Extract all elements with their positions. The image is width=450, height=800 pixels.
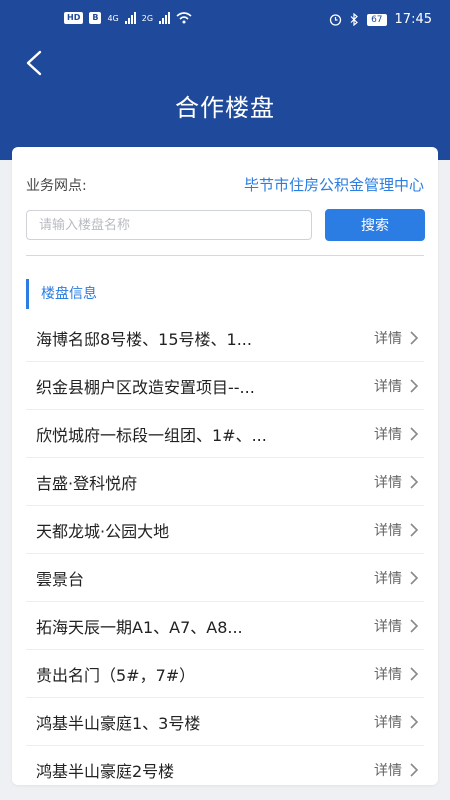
section-title: 楼盘信息 (26, 279, 97, 309)
property-name: 海博名邸8号楼、15号楼、1... (36, 329, 252, 349)
wifi-icon (176, 12, 192, 24)
status-left: HD B 4G 2G (64, 12, 192, 24)
chevron-right-icon (410, 570, 419, 585)
chevron-right-icon (410, 426, 419, 441)
status-time: 17:45 (394, 12, 432, 27)
detail-link[interactable]: 详情 (374, 424, 402, 444)
property-list: 海博名邸8号楼、15号楼、1... 详情 织金县棚户区改造安置项目--... 详情 … (26, 314, 424, 793)
divider (26, 255, 424, 256)
signal-icon-2 (159, 12, 171, 24)
detail-link[interactable]: 详情 (374, 664, 402, 684)
property-row[interactable]: 鸿基半山豪庭2号楼 详情 (26, 746, 424, 793)
property-row[interactable]: 鸿基半山豪庭1、3号楼 详情 (26, 698, 424, 746)
detail-link[interactable]: 详情 (374, 520, 402, 540)
network-2-label: 2G (141, 13, 154, 23)
property-row[interactable]: 雲景台 详情 (26, 554, 424, 602)
property-name: 鸿基半山豪庭1、3号楼 (36, 713, 201, 733)
network-1-label: 4G (107, 13, 119, 23)
property-name: 吉盛·登科悦府 (36, 473, 138, 493)
property-row[interactable]: 贵出名门（5#，7#） 详情 (26, 650, 424, 698)
property-name: 天都龙城·公园大地 (36, 521, 170, 541)
status-bar: HD B 4G 2G 67 17:45 (0, 0, 450, 40)
property-row[interactable]: 海博名邸8号楼、15号楼、1... 详情 (26, 314, 424, 362)
alarm-icon (329, 14, 342, 26)
chevron-right-icon (410, 618, 419, 633)
detail-link[interactable]: 详情 (374, 472, 402, 492)
property-name: 贵出名门（5#，7#） (36, 665, 196, 685)
detail-link[interactable]: 详情 (374, 568, 402, 588)
branch-label: 业务网点: (26, 178, 87, 194)
property-row[interactable]: 吉盛·登科悦府 详情 (26, 458, 424, 506)
search-input[interactable] (26, 210, 312, 240)
content-card: 业务网点: 毕节市住房公积金管理中心 搜索 楼盘信息 海博名邸8号楼、15号楼、… (12, 147, 438, 785)
property-name: 雲景台 (36, 569, 85, 589)
bluetooth-icon (350, 13, 358, 26)
detail-link[interactable]: 详情 (374, 760, 402, 780)
detail-link[interactable]: 详情 (374, 376, 402, 396)
chevron-right-icon (410, 330, 419, 345)
chevron-right-icon (410, 378, 419, 393)
chevron-right-icon (410, 474, 419, 489)
chevron-right-icon (410, 762, 419, 777)
search-button[interactable]: 搜索 (325, 209, 425, 241)
chevron-right-icon (410, 666, 419, 681)
property-row[interactable]: 织金县棚户区改造安置项目--... 详情 (26, 362, 424, 410)
property-name: 织金县棚户区改造安置项目--... (36, 377, 255, 397)
hd-badge: HD (64, 12, 84, 24)
detail-link[interactable]: 详情 (374, 616, 402, 636)
battery-icon: 67 (367, 13, 387, 26)
page-title: 合作楼盘 (175, 94, 275, 122)
chevron-right-icon (410, 522, 419, 537)
property-row[interactable]: 欣悦城府一标段一组团、1#、... 详情 (26, 410, 424, 458)
branch-selector[interactable]: 毕节市住房公积金管理中心 (244, 174, 424, 195)
detail-link[interactable]: 详情 (374, 712, 402, 732)
property-row[interactable]: 拓海天辰一期A1、A7、A8... 详情 (26, 602, 424, 650)
property-name: 欣悦城府一标段一组团、1#、... (36, 425, 267, 445)
b-badge: B (89, 12, 102, 24)
property-name: 拓海天辰一期A1、A7、A8... (36, 617, 243, 637)
property-name: 鸿基半山豪庭2号楼 (36, 761, 175, 781)
property-row[interactable]: 天都龙城·公园大地 详情 (26, 506, 424, 554)
back-arrow-icon[interactable] (20, 48, 50, 78)
detail-link[interactable]: 详情 (374, 328, 402, 348)
status-right: 67 17:45 (329, 12, 432, 27)
chevron-right-icon (410, 714, 419, 729)
header-bar: HD B 4G 2G 67 17:45 合作楼盘 (0, 0, 450, 160)
signal-icon (124, 12, 136, 24)
